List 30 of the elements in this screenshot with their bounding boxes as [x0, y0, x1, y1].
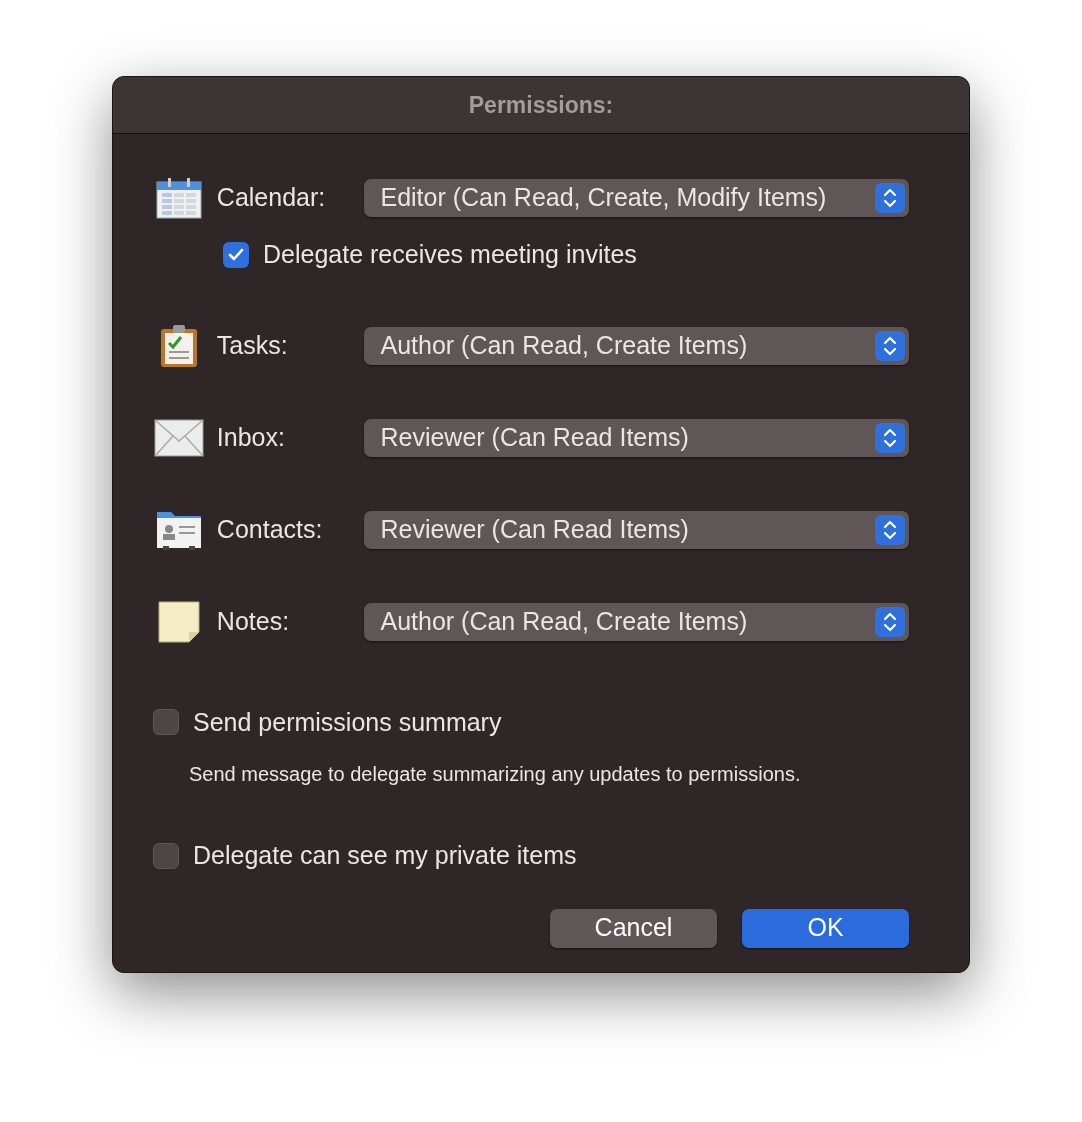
permission-dropdown[interactable]: Reviewer (Can Read Items) — [364, 418, 909, 457]
calendar-icon — [154, 176, 203, 220]
checkbox[interactable] — [153, 842, 179, 869]
clipboard-icon — [158, 322, 199, 369]
permission-dropdown[interactable]: Reviewer (Can Read Items) — [364, 510, 909, 549]
checkbox-label: Delegate can see my private items — [193, 840, 577, 871]
note-icon — [156, 599, 201, 644]
ok-button[interactable]: OK — [742, 908, 909, 948]
folder-label: Calendar: — [216, 182, 327, 214]
stepper-icon — [875, 183, 905, 213]
stepper-icon — [875, 514, 905, 545]
folder-label: Contacts: — [216, 513, 324, 545]
checkbox[interactable] — [223, 241, 249, 268]
permission-dropdown[interactable]: Author (Can Read, Create Items) — [364, 326, 909, 365]
window-title: Permissions: — [468, 90, 614, 120]
stepper-icon — [875, 422, 905, 453]
checkbox-label: Send permissions summary — [193, 706, 502, 738]
folder-label: Notes: — [216, 605, 291, 637]
envelope-icon — [153, 418, 204, 457]
folder-label: Tasks: — [216, 329, 289, 361]
checkbox-label: Delegate receives meeting invites — [263, 239, 637, 270]
permission-dropdown[interactable]: Editor (Can Read, Create, Modify Items) — [364, 179, 909, 217]
folder-label: Inbox: — [216, 421, 286, 453]
permission-dropdown[interactable]: Author (Can Read, Create Items) — [364, 602, 909, 641]
checkmark-icon — [228, 247, 244, 262]
stepper-icon — [875, 330, 905, 361]
stepper-icon — [875, 606, 905, 637]
cancel-button[interactable]: Cancel — [550, 908, 717, 948]
option-description: Send message to delegate summarizing any updates to permissions. — [189, 762, 802, 787]
checkbox[interactable] — [153, 709, 179, 736]
